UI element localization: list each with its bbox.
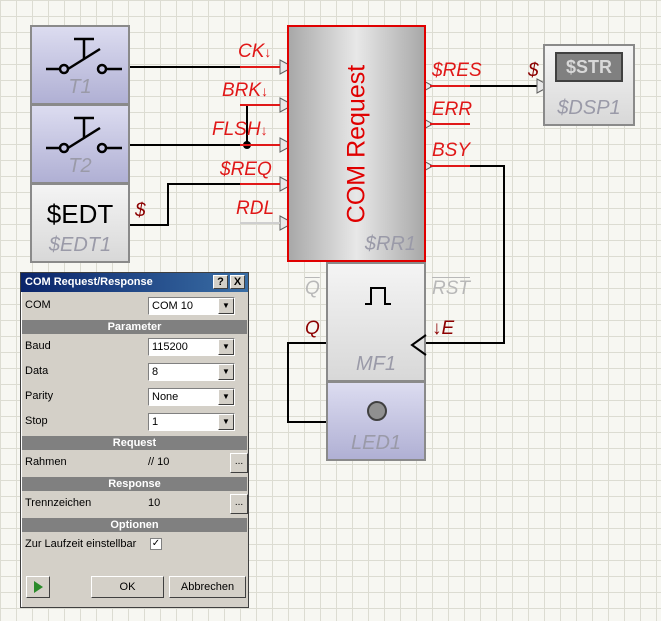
- trennzeichen-value[interactable]: 10: [148, 497, 160, 509]
- pin-bsy[interactable]: BSY: [432, 140, 470, 162]
- pin-e[interactable]: ↓E: [432, 318, 454, 340]
- cancel-button[interactable]: Abbrechen: [169, 576, 246, 598]
- pin-q-bar[interactable]: Q: [305, 278, 320, 300]
- data-bits-select[interactable]: 8 ▼: [148, 363, 235, 381]
- trennzeichen-row: Trennzeichen 10 ...: [22, 492, 248, 516]
- switch-block-t1[interactable]: T1: [30, 25, 130, 105]
- stop-bits-select[interactable]: 1 ▼: [148, 413, 235, 431]
- chevron-down-icon[interactable]: ▼: [218, 339, 234, 355]
- pin-flsh[interactable]: FLSH↓: [212, 119, 268, 141]
- block-label-dsp1: $DSP1: [557, 97, 621, 119]
- block-label-t1: T1: [68, 76, 92, 98]
- apply-button[interactable]: [26, 576, 50, 598]
- pin-rdl[interactable]: RDL: [236, 198, 274, 220]
- section-response: Response: [22, 477, 247, 491]
- parity-label: Parity: [25, 390, 54, 402]
- play-arrow-icon: [34, 581, 43, 593]
- laufzeit-label: Zur Laufzeit einstellbar: [25, 538, 137, 550]
- edit-block-text: $EDT: [46, 199, 114, 229]
- baud-select[interactable]: 115200 ▼: [148, 338, 235, 356]
- com-select[interactable]: COM 10 ▼: [148, 297, 235, 315]
- close-button[interactable]: X: [230, 275, 245, 289]
- parity-row: Parity None ▼: [22, 385, 247, 409]
- chevron-down-icon[interactable]: ▼: [218, 389, 234, 405]
- com-label: COM: [25, 299, 51, 311]
- laufzeit-checkbox[interactable]: ✓: [150, 538, 162, 550]
- stop-row: Stop 1 ▼: [22, 410, 247, 434]
- baud-label: Baud: [25, 340, 51, 352]
- stop-label: Stop: [25, 415, 48, 427]
- section-parameter: Parameter: [22, 320, 247, 334]
- com-row: COM COM 10 ▼: [22, 294, 247, 318]
- pin-req[interactable]: $REQ: [220, 159, 272, 181]
- rahmen-value[interactable]: // 10: [148, 456, 169, 468]
- rahmen-row: Rahmen // 10 ...: [22, 451, 248, 475]
- ok-button[interactable]: OK: [91, 576, 164, 598]
- edt1-pin-dollar: $: [135, 200, 146, 221]
- chevron-down-icon[interactable]: ▼: [218, 364, 234, 380]
- dialog-title: COM Request/Response: [25, 276, 153, 288]
- edit-block-edt1[interactable]: $EDT $EDT1: [30, 183, 130, 263]
- pin-err[interactable]: ERR: [432, 99, 472, 121]
- block-label-rr1: $RR1: [364, 233, 416, 255]
- section-optionen: Optionen: [22, 518, 247, 532]
- block-label-t2: T2: [68, 155, 92, 177]
- pin-ck[interactable]: CK↓: [238, 41, 271, 63]
- section-request: Request: [22, 436, 247, 450]
- trennzeichen-ellipsis-button[interactable]: ...: [230, 494, 248, 514]
- block-label-edt1: $EDT1: [48, 234, 112, 256]
- data-row: Data 8 ▼: [22, 360, 247, 384]
- rahmen-ellipsis-button[interactable]: ...: [230, 453, 248, 473]
- chevron-down-icon[interactable]: ▼: [218, 414, 234, 430]
- pin-q[interactable]: Q: [305, 318, 320, 340]
- block-label-mf1: MF1: [356, 353, 396, 375]
- help-button[interactable]: ?: [213, 275, 228, 289]
- pin-res[interactable]: $RES: [432, 60, 482, 82]
- com-request-block[interactable]: COM Request $RR1: [287, 25, 426, 262]
- display-block-dsp1[interactable]: $STR $DSP1: [543, 44, 635, 126]
- com-request-response-dialog: COM Request/Response ? X COM COM 10 ▼ Pa…: [20, 272, 249, 608]
- pushbutton-switch-icon: [46, 37, 122, 75]
- monoflop-block-mf1[interactable]: MF1: [326, 262, 427, 382]
- com-request-title: COM Request: [342, 64, 370, 223]
- pulse-icon: [365, 287, 391, 305]
- baud-row: Baud 115200 ▼: [22, 335, 247, 359]
- pushbutton-switch-icon: [46, 116, 122, 154]
- laufzeit-row: Zur Laufzeit einstellbar ✓: [22, 533, 247, 557]
- chevron-down-icon[interactable]: ▼: [218, 298, 234, 314]
- led-block-led1[interactable]: LED1: [326, 381, 426, 461]
- pin-rst-bar[interactable]: RST: [432, 278, 470, 300]
- block-label-led1: LED1: [350, 432, 402, 454]
- dsp1-pin-dollar: $: [528, 60, 539, 81]
- parity-select[interactable]: None ▼: [148, 388, 235, 406]
- pin-brk[interactable]: BRK↓: [222, 80, 268, 102]
- rahmen-label: Rahmen: [25, 456, 67, 468]
- switch-block-t2[interactable]: T2: [30, 104, 130, 184]
- led-icon: [367, 401, 387, 421]
- data-label: Data: [25, 365, 49, 377]
- dialog-titlebar[interactable]: COM Request/Response ? X: [21, 273, 248, 292]
- trennzeichen-label: Trennzeichen: [25, 497, 92, 509]
- display-value: $STR: [555, 52, 623, 82]
